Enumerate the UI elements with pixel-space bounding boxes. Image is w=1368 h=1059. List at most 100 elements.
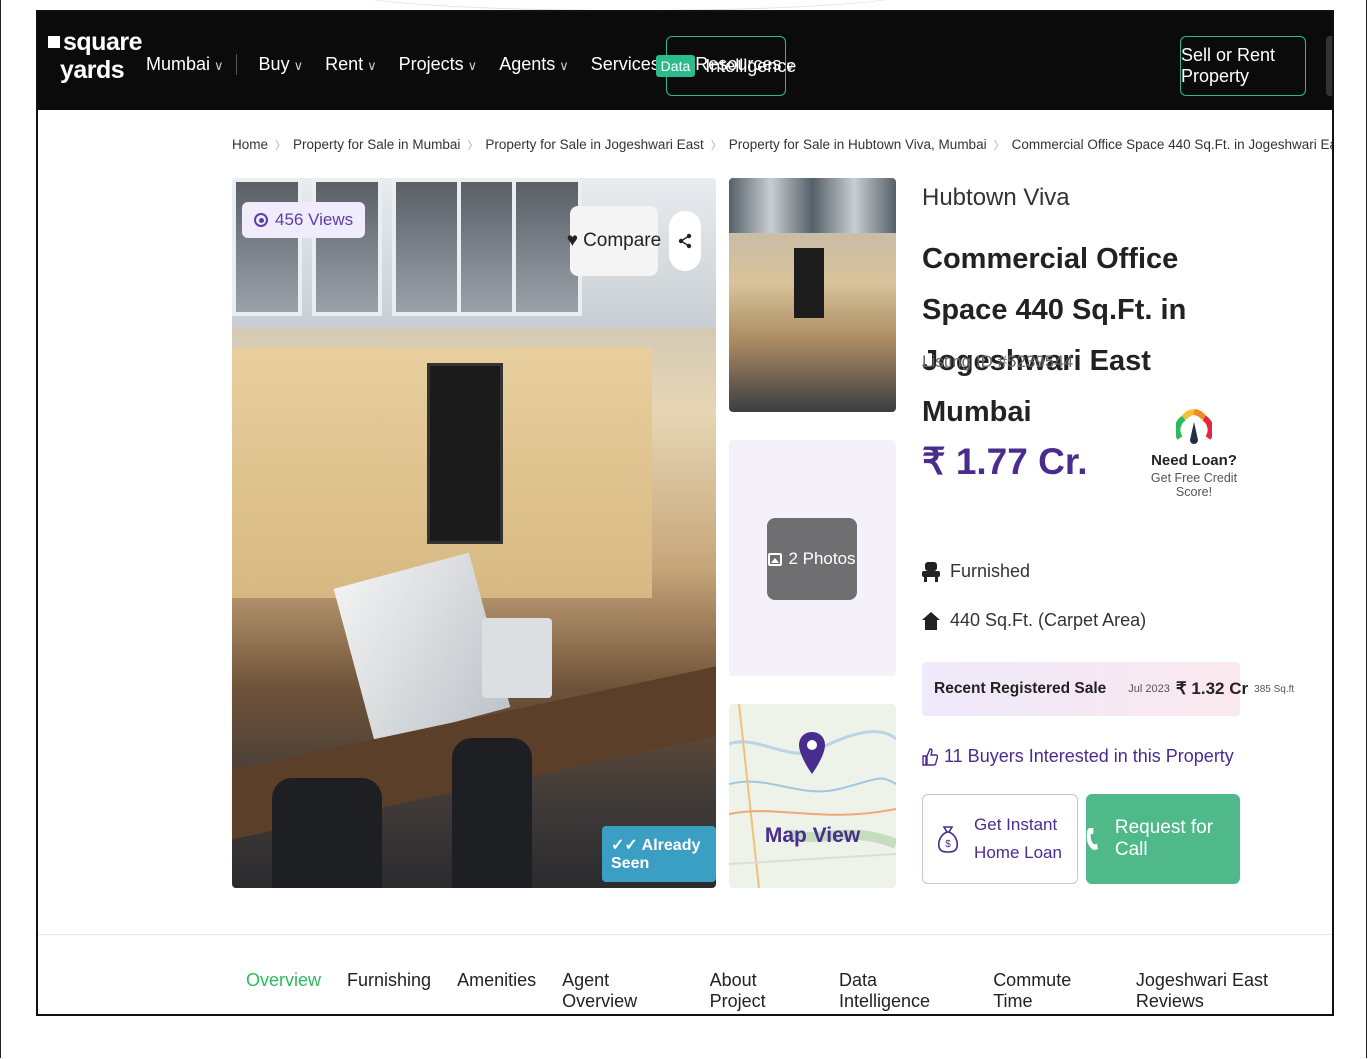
instant-home-loan-button[interactable]: $ Get Instant Home Loan (922, 794, 1078, 884)
property-price: ₹ 1.77 Cr. (922, 441, 1088, 482)
furnishing-feature: Furnished (922, 561, 1030, 582)
chevron-down-icon: ∨ (559, 58, 569, 73)
nav-label: Projects (398, 54, 464, 74)
svg-text:$: $ (945, 839, 951, 850)
breadcrumb-separator-icon: 〉 (710, 140, 722, 152)
map-view-label: Map View (764, 824, 861, 847)
thumbnail-shelves (729, 178, 896, 233)
buyers-interested-label: 11 Buyers Interested in this Property (944, 746, 1234, 766)
recent-sale-area: 385 Sq.ft (1254, 683, 1295, 695)
recent-sale-date: Jul 2023 (1128, 683, 1170, 695)
phone-icon (1086, 827, 1098, 851)
tab-overview[interactable]: Overview (246, 970, 321, 1012)
thumbs-up-icon (922, 747, 938, 766)
nav-buy[interactable]: Buy ∨ (259, 54, 304, 75)
nav-label: Mumbai (146, 54, 211, 74)
browser-screen: square yards Mumbai ∨ Buy ∨ Rent ∨ Projects… (36, 10, 1334, 1016)
request-call-button[interactable]: Request for Call (1086, 794, 1240, 884)
tab-commute-time[interactable]: Commute Time (993, 970, 1110, 1012)
photo-shelf-cell (232, 178, 302, 316)
recent-sale-amount: ₹ 1.32 Cr (1175, 679, 1249, 698)
data-intelligence-button[interactable]: Data Intelligence (655, 36, 796, 96)
views-badge: 456 Views (242, 202, 366, 238)
project-name[interactable]: Hubtown Viva (922, 184, 1070, 212)
nav-label: Agents (499, 54, 556, 74)
thumbnail-photo[interactable] (729, 178, 896, 412)
map-view-tile[interactable]: Map View (729, 704, 896, 888)
listing-id: Listing ID #5239544 (922, 352, 1074, 371)
heart-icon: ♥ (566, 230, 579, 251)
section-tabs: Overview Furnishing Amenities Agent Over… (246, 970, 1332, 1012)
square-yards-logo[interactable]: square yards (48, 28, 142, 84)
breadcrumb-mumbai[interactable]: Property for Sale in Mumbai (293, 137, 460, 152)
top-navbar: square yards Mumbai ∨ Buy ∨ Rent ∨ Projects… (38, 12, 1332, 110)
breadcrumb-hubtown-viva[interactable]: Property for Sale in Hubtown Viva, Mumba… (729, 137, 987, 152)
need-loan-title: Need Loan? (1151, 452, 1237, 469)
share-icon (678, 233, 692, 249)
thumbnail-monitor (794, 248, 824, 318)
credit-score-gauge-icon (1176, 409, 1212, 444)
photos-count-button[interactable]: 2 Photos (767, 518, 857, 600)
nav-city-mumbai[interactable]: Mumbai ∨ (146, 54, 237, 75)
image-icon (768, 552, 783, 566)
nav-projects[interactable]: Projects ∨ (399, 54, 478, 75)
compare-label: Compare (583, 230, 662, 251)
logo-text-bottom: yards (60, 56, 125, 84)
buyers-interested[interactable]: 11 Buyers Interested in this Property (922, 746, 1234, 767)
recent-sale-label: Recent Registered Sale (934, 680, 1107, 697)
more-photos-tile[interactable]: 2 Photos (729, 440, 896, 676)
free-credit-score-link[interactable]: Get Free Credit Score! (1138, 471, 1250, 499)
chevron-down-icon: ∨ (293, 58, 304, 73)
tab-about-project[interactable]: About Project (710, 970, 813, 1012)
clipped-edge-element (1326, 36, 1332, 96)
breadcrumb-separator-icon: 〉 (467, 140, 479, 152)
breadcrumb-separator-icon: 〉 (275, 140, 287, 152)
tab-jogeshwari-east-reviews[interactable]: Jogeshwari East Reviews (1136, 970, 1332, 1012)
nav-rent[interactable]: Rent ∨ (325, 54, 377, 75)
money-bag-icon: $ (938, 826, 959, 853)
area-label: 440 Sq.Ft. (Carpet Area) (950, 610, 1147, 630)
compare-button[interactable]: ♥ Compare (566, 206, 662, 276)
photos-count-label: 2 Photos (788, 549, 856, 568)
breadcrumb-jogeshwari-east[interactable]: Property for Sale in Jogeshwari East (485, 137, 703, 152)
photo-chair (452, 738, 532, 888)
logo-text-top: square (63, 28, 142, 56)
tab-agent-overview[interactable]: Agent Overview (562, 970, 684, 1012)
chevron-down-icon: ∨ (214, 58, 224, 73)
data-tag: Data (655, 55, 696, 77)
nav-label: Buy (258, 54, 290, 74)
photo-printer (482, 618, 552, 698)
nav-agents[interactable]: Agents ∨ (499, 54, 569, 75)
photo-chair (272, 778, 382, 888)
furnishing-label: Furnished (950, 561, 1031, 581)
location-pin-icon (799, 732, 825, 774)
photo-shelf-cell (392, 178, 462, 316)
nav-label: Rent (325, 54, 364, 74)
sofa-icon (922, 561, 940, 582)
photo-shelf-cell (312, 178, 382, 316)
chevron-down-icon: ∨ (467, 58, 478, 73)
chevron-down-icon: ∨ (367, 58, 377, 73)
sell-rent-property-button[interactable]: Sell or Rent Property (1180, 36, 1306, 96)
tab-amenities[interactable]: Amenities (457, 970, 536, 1012)
photo-monitor (427, 363, 503, 544)
tab-data-intelligence[interactable]: Data Intelligence (839, 970, 967, 1012)
breadcrumb-home[interactable]: Home (232, 137, 268, 152)
home-loan-line2: Home Loan (974, 843, 1062, 862)
share-button[interactable] (669, 211, 701, 271)
nav-label: Services (590, 54, 660, 74)
recent-registered-sale[interactable]: Recent Registered Sale Jul 2023 ₹ 1.32 C… (922, 662, 1294, 716)
need-loan-widget[interactable]: Need Loan? Get Free Credit Score! (1138, 408, 1250, 499)
breadcrumb: Home 〉 Property for Sale in Mumbai 〉 Propert… (232, 137, 1332, 153)
already-seen-badge: ✓✓ Already Seen (602, 826, 716, 882)
data-intelligence-label: Intelligence (705, 55, 797, 76)
area-feature: 440 Sq.Ft. (Carpet Area) (922, 610, 1146, 631)
breadcrumb-separator-icon: 〉 (993, 140, 1005, 152)
breadcrumb-current: Commercial Office Space 440 Sq.Ft. in Jo… (1011, 137, 1332, 152)
views-count: 456 Views (275, 210, 354, 229)
home-loan-line1: Get Instant (974, 815, 1058, 834)
tab-furnishing[interactable]: Furnishing (347, 970, 431, 1012)
request-call-label: Request for Call (1114, 817, 1214, 860)
main-property-photo[interactable]: 456 Views ♥ Compare ✓✓ Already Seen (232, 178, 716, 888)
logo-square-icon (48, 36, 60, 48)
